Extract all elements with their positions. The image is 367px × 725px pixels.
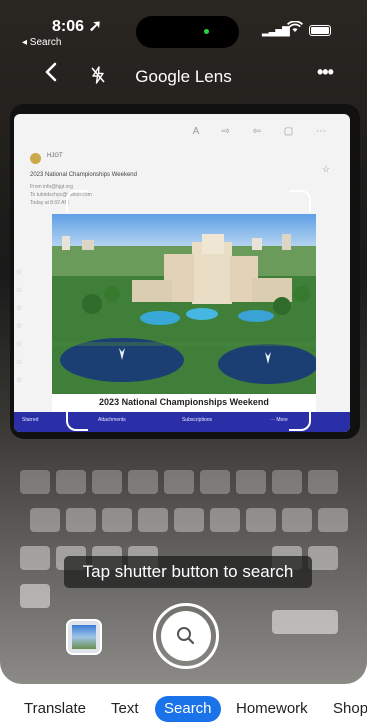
- star-icon: ☆: [321, 164, 330, 174]
- mail-tab-subscriptions: Subscriptions: [182, 417, 213, 423]
- dynamic-island: [136, 16, 239, 48]
- status-bar: 8:06 ➚ ◂ Search ▂▃▅▇: [0, 0, 367, 52]
- gallery-thumbnail: [72, 625, 96, 649]
- mail-list-stars: ☆ ☆ ☆ ☆ ☆ ☆ ☆: [16, 269, 23, 384]
- search-hint-toast: Tap shutter button to search: [64, 556, 312, 588]
- search-icon: [177, 627, 195, 645]
- mail-tab-more: ··· More: [270, 417, 288, 423]
- email-sender: HJGT: [47, 153, 63, 159]
- photo-caption-band: 2023 National Championships Weekend: [52, 394, 316, 412]
- tablet-in-view: A ⇨ ⇦ ▢ ⋯ HJGT 2023 National Championshi…: [10, 104, 360, 439]
- page-title: Google Lens: [135, 67, 232, 86]
- location-icon: ➚: [88, 18, 102, 35]
- tab-shop[interactable]: Shop: [333, 696, 367, 722]
- selection-corner-top-left[interactable]: [66, 190, 88, 212]
- wifi-icon: [286, 20, 304, 37]
- status-time: 8:06 ➚: [52, 18, 102, 35]
- lens-mode-tabs: Translate Text Search Homework Shop: [0, 692, 367, 725]
- mail-header: A ⇨ ⇦ ▢ ⋯: [14, 114, 350, 144]
- shutter-button[interactable]: [153, 603, 219, 669]
- resort-photo: [52, 214, 316, 394]
- gallery-button[interactable]: [66, 619, 102, 655]
- tab-text[interactable]: Text: [111, 696, 139, 722]
- sender-avatar: [30, 153, 41, 164]
- email-subject: 2023 National Championships Weekend: [30, 172, 137, 178]
- photo-caption: 2023 National Championships Weekend: [99, 397, 269, 407]
- tab-search[interactable]: Search: [155, 696, 221, 722]
- lens-toolbar: Google Lens •••: [0, 60, 367, 92]
- tab-translate[interactable]: Translate: [24, 696, 86, 722]
- mail-tab-attachments: Attachments: [98, 417, 126, 423]
- more-icon[interactable]: •••: [317, 62, 334, 83]
- tab-homework[interactable]: Homework: [236, 696, 308, 722]
- tablet-screen: A ⇨ ⇦ ▢ ⋯ HJGT 2023 National Championshi…: [14, 114, 350, 432]
- battery-icon: [309, 25, 331, 36]
- mail-tab-starred: Starred: [22, 417, 39, 423]
- camera-viewfinder: 8:06 ➚ ◂ Search ▂▃▅▇ Google Lens ••• A ⇨…: [0, 0, 367, 684]
- selection-corner-bottom-left[interactable]: [66, 409, 88, 431]
- back-to-app-link[interactable]: ◂ Search: [22, 37, 61, 48]
- signal-icon: ▂▃▅▇: [262, 26, 290, 37]
- camera-indicator-dot: [204, 29, 209, 34]
- selection-corner-bottom-right[interactable]: [289, 409, 311, 431]
- selection-corner-top-right[interactable]: [289, 190, 311, 212]
- mail-action-icons: A ⇨ ⇦ ▢ ⋯: [192, 126, 336, 137]
